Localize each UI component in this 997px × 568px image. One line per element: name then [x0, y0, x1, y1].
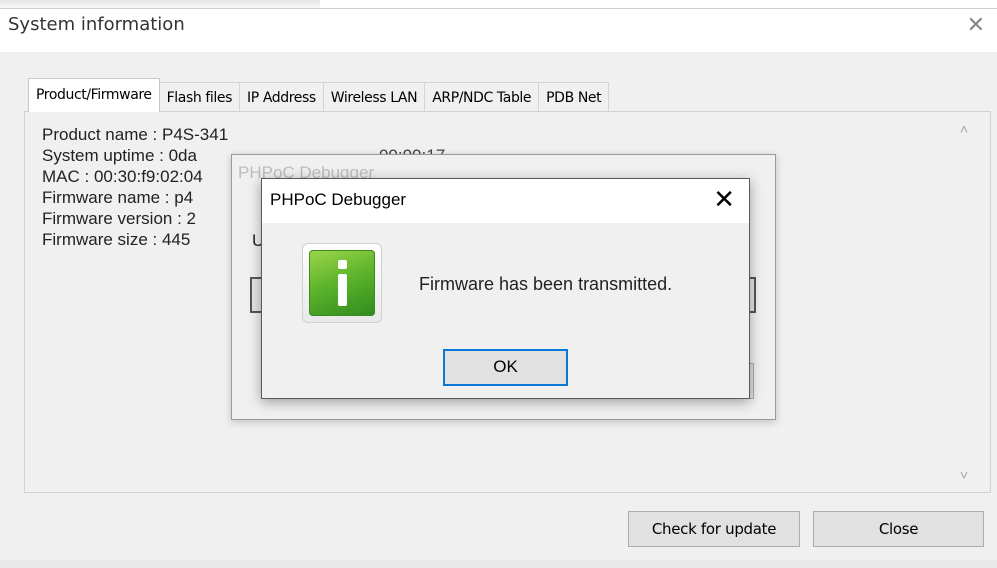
- scroll-down-icon[interactable]: ˅: [948, 461, 980, 489]
- check-for-update-button[interactable]: Check for update: [628, 511, 800, 547]
- info-icon-bar: [338, 274, 347, 306]
- tab-ip-address[interactable]: IP Address: [239, 82, 324, 112]
- dialog-titlebar: PHPoC Debugger ✕: [262, 179, 749, 223]
- close-button[interactable]: Close: [813, 511, 984, 547]
- window-title: System information: [8, 14, 185, 35]
- dialog-message: Firmware has been transmitted.: [419, 274, 673, 294]
- divider: [0, 8, 997, 9]
- info-icon: [302, 243, 382, 323]
- vertical-scrollbar[interactable]: ˄ ˅: [948, 113, 980, 491]
- background-window-fragment: [0, 0, 320, 8]
- tab-product-firmware[interactable]: Product/Firmware: [28, 78, 160, 112]
- scroll-up-icon[interactable]: ˄: [948, 115, 980, 143]
- tab-wireless-lan[interactable]: Wireless LAN: [322, 82, 426, 112]
- tab-pdb-net[interactable]: PDB Net: [538, 82, 610, 112]
- info-icon-dot: [338, 260, 347, 269]
- info-system-uptime-text: System uptime : 0da: [42, 146, 197, 165]
- info-icon-badge: [309, 250, 375, 316]
- dialog-close-icon[interactable]: ✕: [713, 184, 735, 214]
- window-close-button[interactable]: ✕: [967, 14, 985, 36]
- window-bottom-edge: [0, 560, 997, 568]
- tab-flash-files[interactable]: Flash files: [158, 82, 240, 112]
- dialog-title: PHPoC Debugger: [270, 190, 407, 209]
- tab-arp-ndc-table[interactable]: ARP/NDC Table: [424, 82, 540, 112]
- tab-strip: Product/Firmware Flash files IP Address …: [28, 78, 610, 112]
- message-dialog: PHPoC Debugger ✕ Firmware has been trans…: [261, 178, 750, 399]
- ok-button[interactable]: OK: [443, 349, 568, 386]
- info-product-name: Product name : P4S-341: [42, 125, 229, 144]
